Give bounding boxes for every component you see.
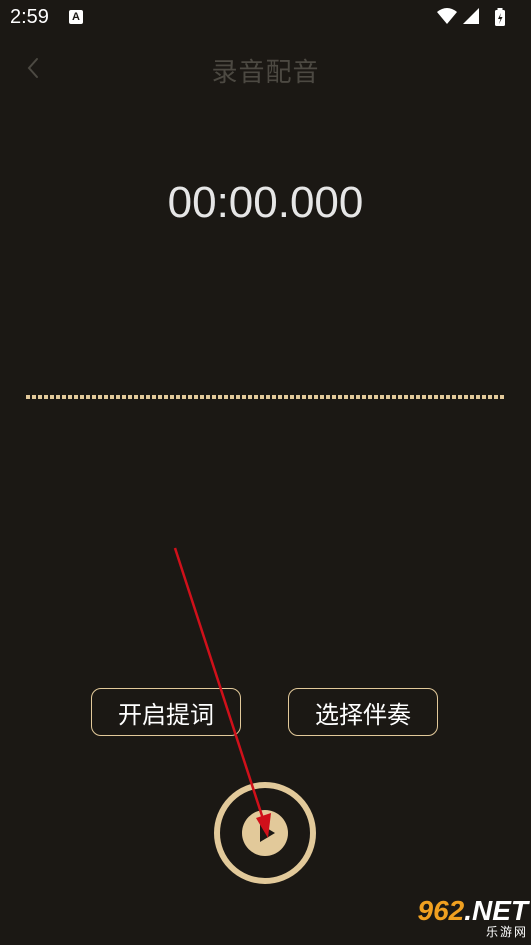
notification-a-icon: A [69,10,83,24]
watermark-domain: .NET [464,895,528,926]
watermark-subtitle: 乐游网 [485,925,528,939]
record-button[interactable] [212,780,318,886]
status-icons [435,6,515,30]
select-accompaniment-button[interactable]: 选择伴奏 [288,688,438,736]
status-time: 2:59 [10,6,49,28]
watermark-number: 962 [417,895,465,926]
signal-icon [463,8,479,24]
open-prompter-button[interactable]: 开启提词 [91,688,241,736]
recording-timer: 00:00.000 [167,178,364,227]
nav-bar: 录音配音 [0,40,531,96]
waveform-line [26,395,504,399]
watermark-logo: 962.NET 乐游网 [388,893,529,943]
status-bar: 2:59 A [0,0,531,38]
page-title: 录音配音 [211,58,320,88]
battery-icon [495,8,505,26]
wifi-icon [437,8,457,24]
